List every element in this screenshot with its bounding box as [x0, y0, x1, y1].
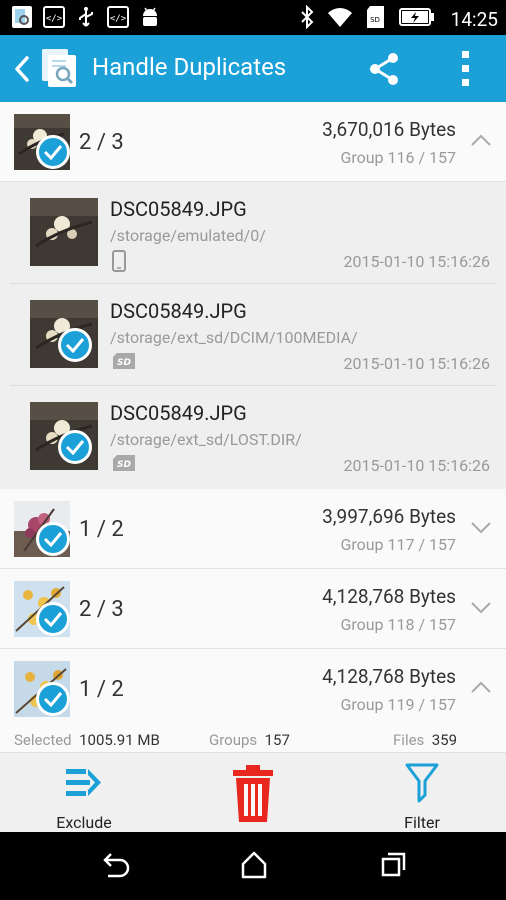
- thumbnail: [30, 198, 98, 266]
- exclude-icon: [24, 761, 144, 805]
- selected-value: 1005.91 MB: [79, 731, 160, 749]
- group-count: 2 / 3: [79, 597, 124, 622]
- page-title: Handle Duplicates: [92, 53, 287, 81]
- battery-charging-icon: [398, 8, 435, 30]
- groups-label: Groups: [209, 731, 258, 749]
- code-icon: </>: [42, 5, 66, 29]
- status-bar: </> </> SD 14:25: [0, 0, 506, 35]
- sd-card-icon: SD: [112, 352, 136, 374]
- group-number: Group 118 / 157: [340, 615, 456, 634]
- checked-icon[interactable]: [58, 430, 92, 464]
- svg-text:SD: SD: [370, 16, 380, 24]
- group-number: Group 117 / 157: [340, 535, 456, 554]
- home-nav-button[interactable]: [240, 850, 268, 884]
- file-name: DSC05849.JPG: [110, 299, 247, 323]
- checked-icon[interactable]: [36, 522, 70, 556]
- svg-text:SD: SD: [117, 358, 131, 368]
- chevron-down-icon[interactable]: [470, 599, 492, 618]
- group-count: 1 / 2: [79, 517, 124, 542]
- recents-icon: [381, 852, 406, 877]
- duplicates-list[interactable]: 2 / 3 3,670,016 Bytes Group 116 / 157 DS…: [0, 102, 506, 728]
- file-row[interactable]: DSC05849.JPG /storage/emulated/0/ 2015-0…: [0, 182, 506, 284]
- group-number: Group 116 / 157: [340, 148, 456, 167]
- file-path: /storage/ext_sd/LOST.DIR/: [110, 430, 302, 449]
- exclude-button[interactable]: Exclude: [24, 761, 144, 832]
- filter-button[interactable]: Filter: [362, 761, 482, 832]
- filter-icon: [362, 761, 482, 805]
- chevron-up-icon[interactable]: [470, 679, 492, 698]
- files-value: 359: [431, 731, 458, 749]
- chevron-up-icon[interactable]: [470, 132, 492, 151]
- group-count: 1 / 2: [79, 677, 124, 702]
- selected-summary: Selected 1005.91 MB: [14, 731, 160, 749]
- group-size: 3,670,016 Bytes: [322, 118, 456, 141]
- selection-summary: Selected 1005.91 MB Groups 157 Files 359: [0, 728, 506, 752]
- phone-icon: [112, 250, 126, 276]
- files-summary: Files 359: [393, 731, 457, 749]
- usb-icon: [74, 5, 98, 29]
- home-icon: [241, 851, 267, 879]
- file-row[interactable]: DSC05849.JPG /storage/ext_sd/LOST.DIR/ S…: [0, 386, 506, 489]
- checked-icon[interactable]: [36, 602, 70, 636]
- file-date: 2015-01-10 15:16:26: [343, 456, 490, 475]
- group-size: 3,997,696 Bytes: [322, 505, 456, 528]
- selected-label: Selected: [14, 731, 72, 749]
- share-icon: [370, 53, 398, 85]
- wifi-icon: [327, 6, 353, 32]
- svg-text:SD: SD: [117, 460, 131, 470]
- back-nav-icon: [103, 853, 130, 878]
- group-size: 4,128,768 Bytes: [322, 665, 456, 688]
- groups-summary: Groups 157: [209, 731, 290, 749]
- sd-card-icon: SD: [365, 5, 387, 33]
- recents-nav-button[interactable]: [380, 850, 408, 884]
- checked-icon[interactable]: [36, 135, 70, 169]
- system-nav-bar: [0, 832, 506, 900]
- delete-button[interactable]: [193, 763, 313, 825]
- file-path: /storage/emulated/0/: [110, 226, 266, 245]
- group-size: 4,128,768 Bytes: [322, 585, 456, 608]
- back-button[interactable]: [12, 55, 32, 87]
- groups-value: 157: [264, 731, 290, 749]
- app-screen: </> </> SD 14:25 Handle Duplicates 2 / 3…: [0, 0, 506, 900]
- group-row[interactable]: 1 / 2 3,997,696 Bytes Group 117 / 157: [0, 489, 506, 569]
- app-bar: Handle Duplicates: [0, 35, 506, 102]
- sd-card-icon: SD: [112, 454, 136, 476]
- file-row[interactable]: DSC05849.JPG /storage/ext_sd/DCIM/100MED…: [0, 284, 506, 386]
- checked-icon[interactable]: [36, 682, 70, 716]
- clock: 14:25: [450, 7, 498, 31]
- file-name: DSC05849.JPG: [110, 401, 247, 425]
- group-number: Group 119 / 157: [340, 695, 456, 714]
- file-date: 2015-01-10 15:16:26: [343, 252, 490, 271]
- back-nav-button[interactable]: [98, 850, 130, 884]
- action-bar: Exclude Filter: [0, 752, 506, 832]
- android-icon: [138, 5, 162, 29]
- filter-label: Filter: [404, 813, 440, 832]
- chevron-down-icon[interactable]: [470, 519, 492, 538]
- file-path: /storage/ext_sd/DCIM/100MEDIA/: [110, 328, 358, 347]
- file-date: 2015-01-10 15:16:26: [343, 354, 490, 373]
- files-label: Files: [393, 731, 425, 749]
- app-logo-icon: [38, 47, 80, 89]
- svg-text:</>: </>: [110, 14, 127, 24]
- group-row[interactable]: 1 / 2 4,128,768 Bytes Group 119 / 157: [0, 649, 506, 728]
- trash-icon: [193, 763, 313, 825]
- group-row[interactable]: 2 / 3 4,128,768 Bytes Group 118 / 157: [0, 569, 506, 649]
- overflow-menu-button[interactable]: [456, 49, 476, 93]
- svg-text:</>: </>: [46, 14, 63, 24]
- group-row[interactable]: 2 / 3 3,670,016 Bytes Group 116 / 157: [0, 102, 506, 182]
- exclude-label: Exclude: [56, 813, 112, 832]
- group-count: 2 / 3: [79, 130, 124, 155]
- app-notification-icon: [10, 5, 34, 29]
- code-icon: </>: [106, 5, 130, 29]
- file-name: DSC05849.JPG: [110, 197, 247, 221]
- more-vert-icon: [462, 51, 469, 86]
- checked-icon[interactable]: [58, 328, 92, 362]
- share-button[interactable]: [366, 51, 402, 91]
- bluetooth-icon: [299, 4, 315, 33]
